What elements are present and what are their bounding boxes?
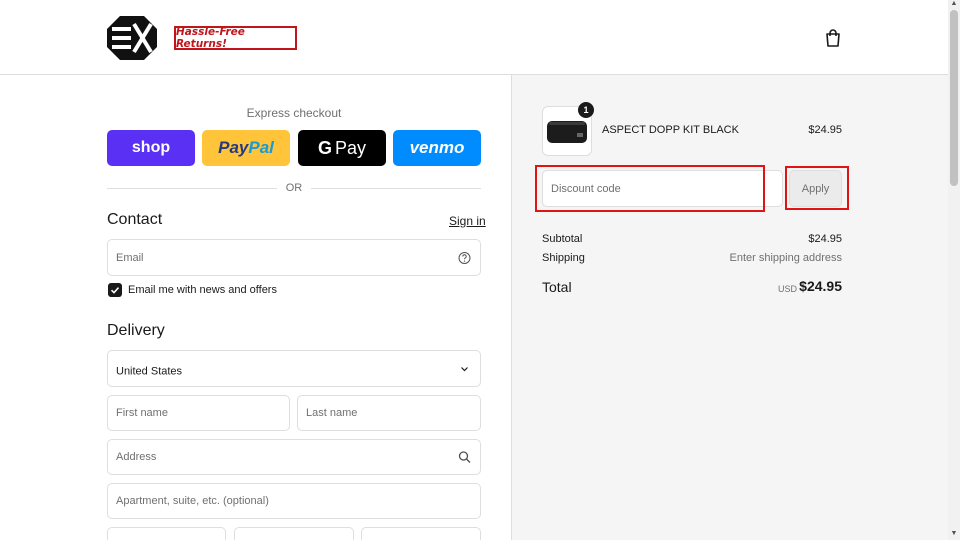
- news-offers-label: Email me with news and offers: [128, 284, 277, 296]
- last-name-field[interactable]: Last name: [297, 395, 481, 431]
- shipping-value: Enter shipping address: [729, 252, 842, 264]
- or-divider-label: OR: [285, 182, 303, 194]
- country-select[interactable]: United States: [107, 350, 481, 387]
- discount-highlight-box: [535, 165, 765, 212]
- scroll-up-arrow-icon[interactable]: ▲: [950, 0, 958, 8]
- site-header: Hassle-Free Returns!: [0, 0, 948, 75]
- product-name: ASPECT DOPP KIT BLACK: [602, 124, 739, 136]
- shipping-label: Shipping: [542, 252, 585, 264]
- paypal-button[interactable]: Pay Pal: [202, 130, 290, 166]
- delivery-heading: Delivery: [107, 322, 165, 339]
- scroll-down-arrow-icon[interactable]: ▼: [950, 530, 958, 538]
- sign-in-link[interactable]: Sign in: [449, 214, 486, 228]
- checkmark-icon: [110, 287, 120, 294]
- paypal-label-pay: Pay: [218, 138, 249, 157]
- question-circle-icon[interactable]: [458, 251, 471, 264]
- country-value: United States: [116, 364, 183, 377]
- promo-label: Hassle-Free Returns!: [176, 26, 245, 50]
- shop-pay-label: shop: [131, 139, 171, 156]
- page-scrollbar[interactable]: ▲ ▼: [948, 0, 960, 540]
- apply-highlight-box: [785, 166, 849, 210]
- or-divider-right: [311, 188, 481, 189]
- brand-logo-icon[interactable]: [107, 16, 157, 60]
- total-value: $24.95: [799, 278, 842, 294]
- email-placeholder: Email: [116, 251, 144, 264]
- google-pay-label: Pay: [334, 137, 367, 158]
- scrollbar-thumb[interactable]: [950, 10, 958, 186]
- venmo-button[interactable]: venmo: [393, 130, 481, 166]
- total-label: Total: [542, 279, 572, 295]
- first-name-placeholder: First name: [116, 407, 168, 419]
- apartment-placeholder: Apartment, suite, etc. (optional): [116, 495, 269, 507]
- last-name-placeholder: Last name: [306, 407, 358, 419]
- product-price: $24.95: [808, 124, 842, 136]
- news-offers-checkbox[interactable]: [108, 283, 122, 297]
- google-pay-button[interactable]: G Pay: [298, 130, 386, 166]
- or-divider-left: [107, 188, 277, 189]
- address-field[interactable]: Address: [107, 439, 481, 475]
- email-field[interactable]: Email: [107, 239, 481, 276]
- state-field[interactable]: [234, 527, 354, 540]
- google-g-icon: G: [317, 137, 332, 158]
- city-field[interactable]: [107, 527, 226, 540]
- address-placeholder: Address: [116, 451, 157, 463]
- paypal-label-pal: Pal: [248, 138, 274, 157]
- apartment-field[interactable]: Apartment, suite, etc. (optional): [107, 483, 481, 519]
- venmo-label: venmo: [409, 138, 465, 157]
- shop-pay-button[interactable]: shop: [107, 130, 195, 166]
- search-icon[interactable]: [458, 451, 471, 464]
- express-checkout-label: Express checkout: [246, 106, 342, 120]
- shopping-bag-icon[interactable]: [823, 28, 843, 48]
- subtotal-value: $24.95: [808, 233, 842, 245]
- chevron-down-icon: [461, 366, 468, 371]
- first-name-field[interactable]: First name: [107, 395, 290, 431]
- contact-heading: Contact: [107, 211, 163, 228]
- zip-code-field[interactable]: [361, 527, 481, 540]
- hassle-free-returns-badge: Hassle-Free Returns!: [174, 26, 297, 50]
- subtotal-label: Subtotal: [542, 233, 583, 245]
- quantity-badge: 1: [578, 102, 594, 118]
